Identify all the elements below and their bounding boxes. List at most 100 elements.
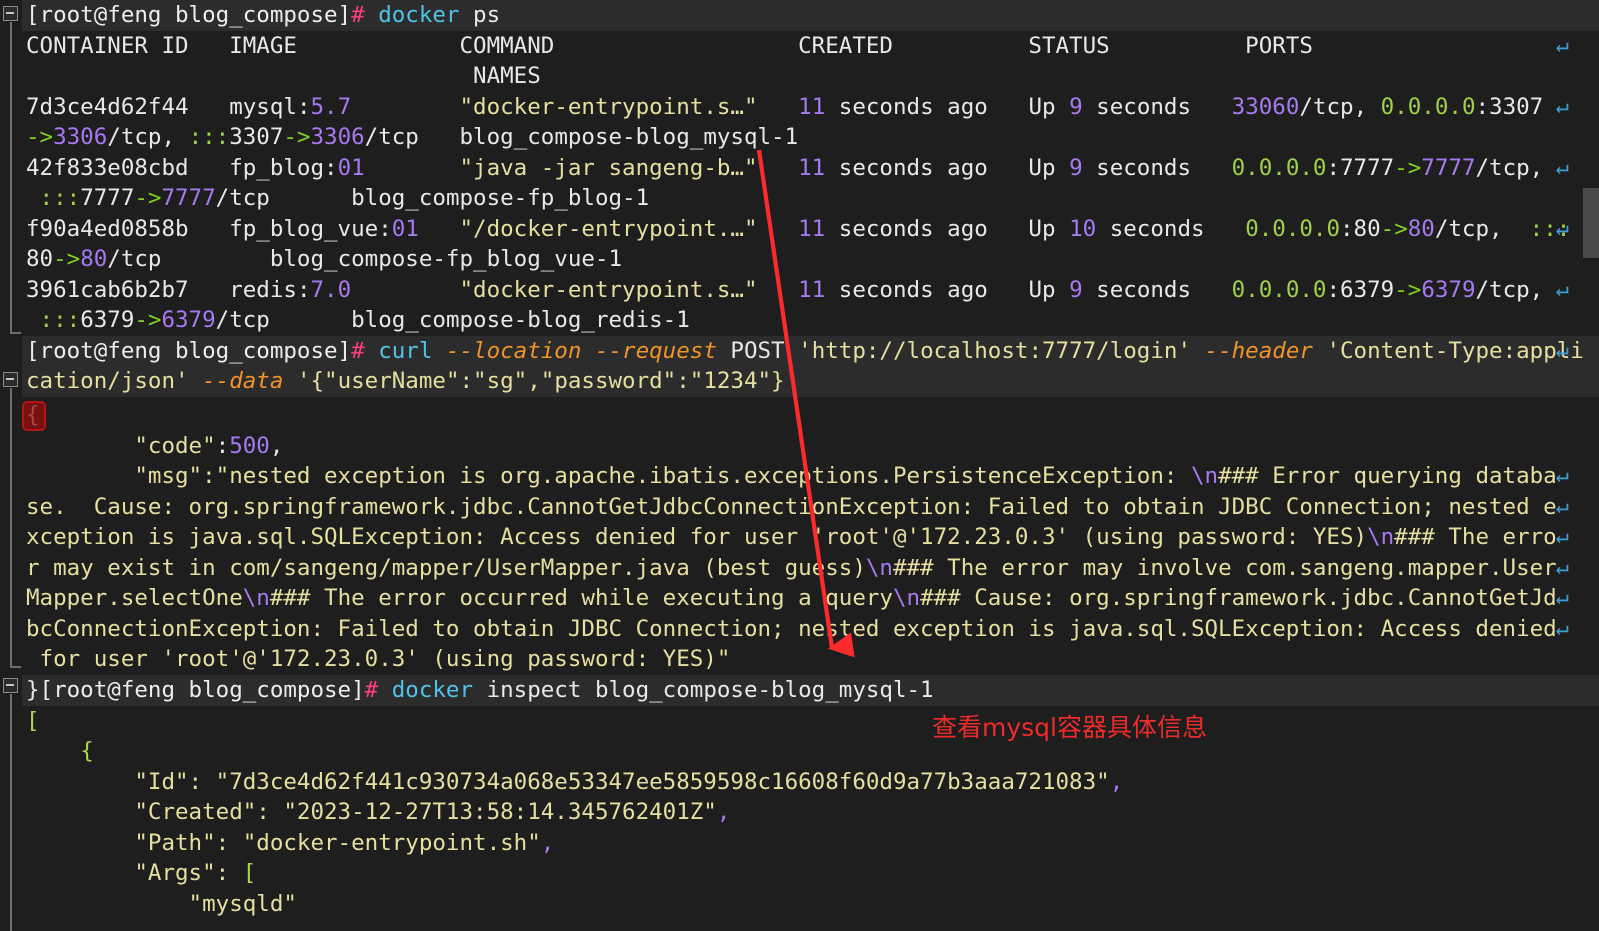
terminal-token: "java -jar sangeng-b…" bbox=[459, 155, 757, 181]
terminal-line: "Path": "docker-entrypoint.sh", bbox=[0, 828, 1599, 859]
vertical-scrollbar[interactable] bbox=[1583, 0, 1599, 931]
terminal-token: 6379 bbox=[80, 307, 134, 333]
terminal-token: :6379 bbox=[1326, 277, 1394, 303]
terminal-token: inspect blog_compose-blog_mysql-1 bbox=[473, 677, 934, 703]
terminal-token: [root@feng blog_compose] bbox=[40, 677, 365, 703]
terminal-token bbox=[26, 307, 40, 333]
terminal-token: docker bbox=[392, 677, 473, 703]
terminal-token: 01 bbox=[392, 216, 419, 242]
terminal-line-text: "Id": "7d3ce4d62f441c930734a068e53347ee5… bbox=[26, 767, 1123, 798]
terminal-token: -> bbox=[1381, 216, 1408, 242]
terminal-token: \n bbox=[893, 585, 920, 611]
terminal-token: [root@feng blog_compose] bbox=[26, 338, 351, 364]
terminal-line-text: [ bbox=[26, 706, 40, 737]
terminal-line-text: for user 'root'@'172.23.0.3' (using pass… bbox=[26, 644, 730, 675]
terminal-line-text: CONTAINER ID IMAGE COMMAND CREATED STATU… bbox=[26, 31, 1313, 62]
terminal-token: , bbox=[1110, 769, 1124, 795]
terminal-token: seconds bbox=[1083, 277, 1232, 303]
terminal-token: : bbox=[324, 155, 338, 181]
terminal-token: 80 bbox=[1408, 216, 1435, 242]
terminal-line: for user 'root'@'172.23.0.3' (using pass… bbox=[0, 644, 1599, 675]
terminal-token: CONTAINER ID IMAGE COMMAND CREATED STATU… bbox=[26, 33, 1313, 59]
terminal-line-text: [root@feng blog_compose]# docker ps bbox=[26, 0, 500, 31]
terminal-token: { bbox=[80, 738, 94, 764]
terminal-token: : bbox=[216, 433, 230, 459]
terminal-token bbox=[432, 338, 446, 364]
terminal-token: -> bbox=[1394, 155, 1421, 181]
terminal-token: /tcp blog_compose-fp_blog-1 bbox=[216, 185, 649, 211]
terminal-token: /tcp blog_compose-fp_blog_vue-1 bbox=[107, 246, 622, 272]
terminal-line-text: [root@feng blog_compose]# curl --locatio… bbox=[26, 336, 1584, 367]
terminal-token: 7777 bbox=[161, 185, 215, 211]
terminal-token: ### The error occurred while executing a… bbox=[270, 585, 893, 611]
terminal-line-text: }[root@feng blog_compose]# docker inspec… bbox=[26, 675, 934, 706]
line-wrap-icon: ↵ bbox=[1556, 583, 1569, 614]
terminal-token: "Created": "2023-12-27T13:58:14.34576240… bbox=[26, 799, 717, 825]
terminal-token bbox=[351, 277, 459, 303]
terminal-token bbox=[1313, 338, 1327, 364]
terminal-token: ::: bbox=[189, 124, 230, 150]
fold-guide-line bbox=[10, 388, 12, 668]
terminal-token: 3306 bbox=[53, 124, 107, 150]
terminal-line-text: :::6379->6379/tcp blog_compose-blog_redi… bbox=[26, 305, 690, 336]
scrollbar-thumb[interactable] bbox=[1583, 188, 1599, 258]
terminal-line-text: 80->80/tcp blog_compose-fp_blog_vue-1 bbox=[26, 244, 622, 275]
terminal-token: , bbox=[541, 830, 555, 856]
fold-collapse-icon[interactable] bbox=[3, 6, 18, 21]
terminal-line: "mysqld" bbox=[0, 889, 1599, 920]
terminal-line-text: se. Cause: org.springframework.jdbc.Cann… bbox=[26, 492, 1557, 523]
terminal-line-text: 3961cab6b2b7 redis:7.0 "docker-entrypoin… bbox=[26, 275, 1543, 306]
terminal-token bbox=[581, 338, 595, 364]
terminal-token: ps bbox=[459, 2, 500, 28]
terminal-token: -> bbox=[26, 124, 53, 150]
terminal-token: :7777 bbox=[1326, 155, 1394, 181]
terminal-line: { bbox=[0, 400, 1599, 431]
terminal-line: f90a4ed0858b fp_blog_vue:01 "/docker-ent… bbox=[0, 214, 1599, 245]
terminal-line: "msg":"nested exception is org.apache.ib… bbox=[0, 461, 1599, 492]
terminal-token bbox=[419, 216, 460, 242]
terminal-token bbox=[365, 155, 460, 181]
terminal-line-text: :::7777->7777/tcp blog_compose-fp_blog-1 bbox=[26, 183, 649, 214]
line-wrap-icon: ↵ bbox=[1556, 461, 1569, 492]
terminal-token: \n bbox=[1191, 463, 1218, 489]
terminal-token: 11 bbox=[798, 277, 825, 303]
terminal-line: Mapper.selectOne\n### The error occurred… bbox=[0, 583, 1599, 614]
terminal-token: "msg":"nested exception is org.apache.ib… bbox=[26, 463, 1191, 489]
terminal-token: 0.0.0.0 bbox=[1232, 155, 1327, 181]
terminal-token: \n bbox=[243, 585, 270, 611]
terminal-token bbox=[758, 216, 799, 242]
fold-gutter[interactable] bbox=[0, 0, 22, 931]
terminal-token: "Path": "docker-entrypoint.sh" bbox=[26, 830, 541, 856]
terminal-token: "Id": "7d3ce4d62f441c930734a068e53347ee5… bbox=[26, 769, 1110, 795]
terminal-token: [ bbox=[243, 860, 257, 886]
terminal-token: 7d3ce4d62f44 mysql bbox=[26, 94, 297, 120]
terminal-token bbox=[26, 185, 40, 211]
terminal-output[interactable]: [root@feng blog_compose]# docker psCONTA… bbox=[0, 0, 1599, 931]
fold-collapse-icon[interactable] bbox=[3, 372, 18, 387]
terminal-token: 3307 bbox=[229, 124, 283, 150]
terminal-token: # bbox=[365, 677, 379, 703]
terminal-line-text: 42f833e08cbd fp_blog:01 "java -jar sange… bbox=[26, 153, 1543, 184]
terminal-token: ::: bbox=[40, 185, 81, 211]
terminal-token: 9 bbox=[1069, 155, 1083, 181]
terminal-line-text: r may exist in com/sangeng/mapper/UserMa… bbox=[26, 553, 1557, 584]
terminal-token: "docker-entrypoint.s…" bbox=[460, 277, 758, 303]
line-wrap-icon: ↵ bbox=[1556, 214, 1569, 245]
terminal-token: \n bbox=[866, 555, 893, 581]
terminal-line-text: Mapper.selectOne\n### The error occurred… bbox=[26, 583, 1557, 614]
terminal-token: 9 bbox=[1069, 277, 1083, 303]
terminal-token: 6379 bbox=[1421, 277, 1475, 303]
terminal-token: 80 bbox=[26, 246, 53, 272]
terminal-token: { bbox=[26, 402, 40, 428]
terminal-token: 'http://localhost:7777/login' bbox=[798, 338, 1191, 364]
terminal-token bbox=[365, 338, 379, 364]
terminal-token: seconds bbox=[1096, 216, 1245, 242]
terminal-token bbox=[189, 368, 203, 394]
terminal-token: 7.0 bbox=[310, 277, 351, 303]
terminal-token: "code" bbox=[26, 433, 216, 459]
terminal-token: "/docker-entrypoint.…" bbox=[459, 216, 757, 242]
fold-collapse-icon[interactable] bbox=[3, 678, 18, 693]
terminal-line-text: "mysqld" bbox=[26, 889, 297, 920]
terminal-token: -> bbox=[53, 246, 80, 272]
terminal-token: 7777 bbox=[80, 185, 134, 211]
